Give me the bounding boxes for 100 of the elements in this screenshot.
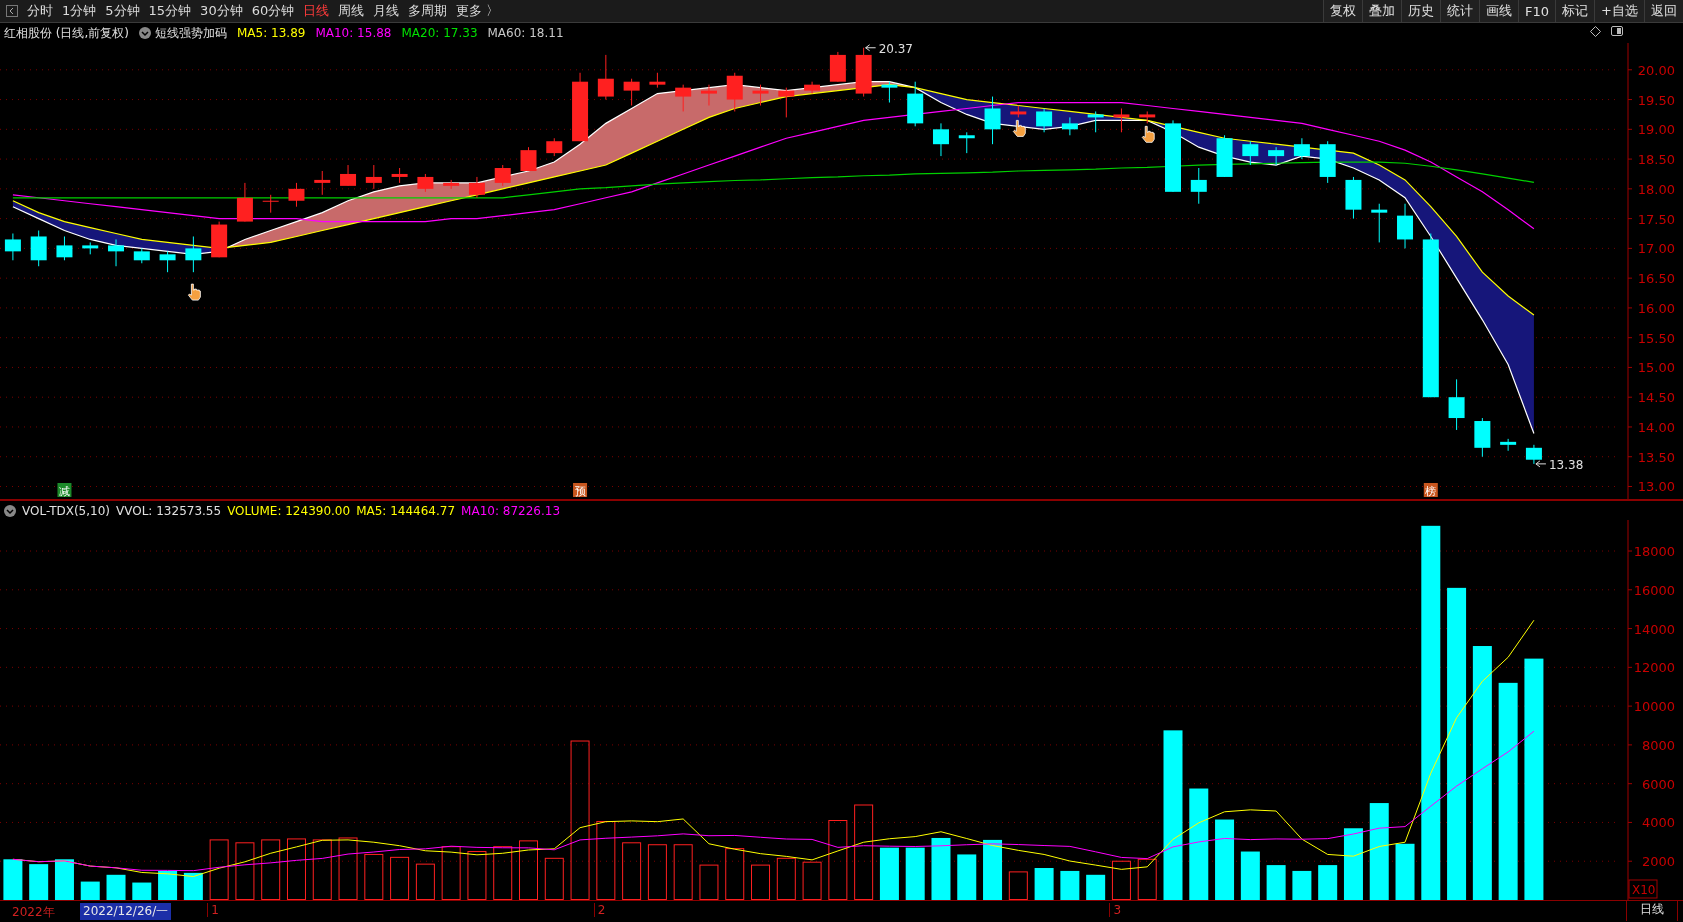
candlestick	[185, 235, 202, 273]
volume-bar	[261, 839, 281, 901]
candlestick	[675, 84, 692, 112]
axis-label: 18000	[1633, 544, 1675, 560]
period-label: 日线	[1626, 901, 1678, 922]
volume-bar	[699, 865, 719, 901]
candlestick	[56, 235, 73, 261]
volume-bar	[1137, 859, 1157, 901]
candlestick	[546, 137, 563, 157]
volume-bar	[802, 862, 822, 901]
candlestick	[133, 247, 150, 264]
axis-label: 17.00	[1637, 241, 1675, 257]
candlestick	[211, 221, 228, 258]
toolbar-button[interactable]: 画线	[1479, 0, 1519, 23]
dropdown-icon[interactable]	[139, 27, 151, 40]
toolbar-button[interactable]: +自选	[1594, 0, 1644, 23]
toolbar-button[interactable]: 叠加	[1362, 0, 1402, 23]
period-tab[interactable]: 更多 〉	[456, 2, 500, 21]
candlestick	[468, 176, 485, 199]
month-label: 1	[207, 903, 219, 918]
volume-bar	[209, 839, 229, 901]
axis-label: 8000	[1641, 738, 1675, 754]
candlestick	[108, 238, 124, 267]
candlestick	[443, 179, 460, 190]
candlestick	[933, 122, 949, 157]
candlestick	[726, 72, 743, 112]
toolbar-button[interactable]: 统计	[1440, 0, 1480, 23]
month-label: 2	[593, 903, 606, 918]
volume-bar	[1395, 844, 1415, 901]
axis-label: 2000	[1641, 854, 1675, 870]
toolbar-button[interactable]: 复权	[1323, 0, 1363, 23]
candlestick	[262, 194, 279, 214]
axis-label: 14.50	[1637, 390, 1675, 406]
signal-tag: 榜	[1423, 483, 1438, 498]
price-callout: 20.37	[865, 43, 913, 56]
diamond-icon[interactable]	[1590, 26, 1601, 38]
candlestick	[1061, 116, 1078, 136]
volume-bar	[983, 840, 1003, 901]
volume-bar	[158, 871, 178, 901]
axis-label: 16.50	[1637, 271, 1675, 287]
legend-value: MA10: 15.88	[315, 26, 392, 41]
period-tab[interactable]: 5分钟	[105, 2, 140, 21]
period-tab[interactable]: 60分钟	[251, 2, 295, 21]
candlestick	[1345, 176, 1362, 220]
candlestick	[1293, 137, 1310, 160]
period-tab[interactable]: 周线	[338, 2, 365, 21]
volume-bar	[235, 842, 255, 901]
candlestick	[365, 164, 382, 190]
toolbar-button[interactable]: 返回	[1644, 0, 1683, 23]
candlestick	[1268, 146, 1285, 166]
period-tab[interactable]: 分时	[27, 2, 53, 21]
volume-bar	[1086, 875, 1106, 901]
candlestick	[340, 164, 357, 187]
axis-label: 13.50	[1637, 449, 1675, 465]
candlestick	[236, 182, 253, 223]
candlestick	[1371, 203, 1388, 243]
candlestick	[700, 84, 717, 106]
volume-bar	[957, 854, 977, 901]
back-icon[interactable]	[6, 5, 18, 18]
toolbar-button[interactable]: 标记	[1555, 0, 1595, 23]
candlestick	[314, 170, 331, 196]
dropdown-icon[interactable]	[4, 504, 16, 517]
toolbar-button[interactable]: 历史	[1401, 0, 1441, 23]
toolbar-button[interactable]: F10	[1518, 0, 1556, 23]
volume-bar	[1318, 865, 1338, 901]
period-tab[interactable]: 1分钟	[62, 2, 97, 21]
candlestick	[829, 51, 846, 83]
signal-tag: 预	[573, 483, 588, 498]
volume-bar	[54, 859, 74, 901]
period-tab[interactable]: 15分钟	[148, 2, 192, 21]
unit-label: X10	[1628, 880, 1658, 899]
candlestick	[907, 81, 924, 127]
axis-label: 6000	[1641, 777, 1675, 793]
hand-icon	[187, 283, 201, 301]
volume-bar	[106, 875, 126, 901]
volume-bar	[415, 864, 435, 901]
volume-bar	[29, 864, 49, 901]
volume-bar	[931, 838, 951, 901]
volume-bar	[1240, 852, 1260, 901]
candlestick	[1036, 108, 1053, 133]
volume-bar	[441, 846, 461, 901]
volume-bar	[725, 848, 745, 901]
volume-bar	[519, 840, 538, 901]
volume-bar	[1111, 861, 1131, 901]
panel-icon[interactable]	[1611, 26, 1623, 37]
candlestick	[1139, 110, 1156, 124]
volume-bar	[364, 854, 384, 901]
period-tab[interactable]: 月线	[373, 2, 400, 21]
period-tab[interactable]: 日线	[303, 2, 330, 21]
legend-value: MA60: 18.11	[487, 26, 564, 41]
legend-value: VOLUME: 124390.00	[227, 503, 351, 518]
volume-bar	[879, 848, 899, 901]
candlestick	[1448, 378, 1465, 431]
period-tab[interactable]: 30分钟	[200, 2, 243, 21]
stock-title: 红相股份 (日线,前复权)	[4, 24, 129, 42]
indicator-name: VOL-TDX(5,10)	[22, 503, 111, 518]
candlestick	[984, 96, 1001, 145]
period-tab[interactable]: 多周期	[408, 2, 448, 21]
legend-value: MA5: 144464.77	[356, 503, 456, 518]
axis-label: 10000	[1633, 699, 1675, 715]
